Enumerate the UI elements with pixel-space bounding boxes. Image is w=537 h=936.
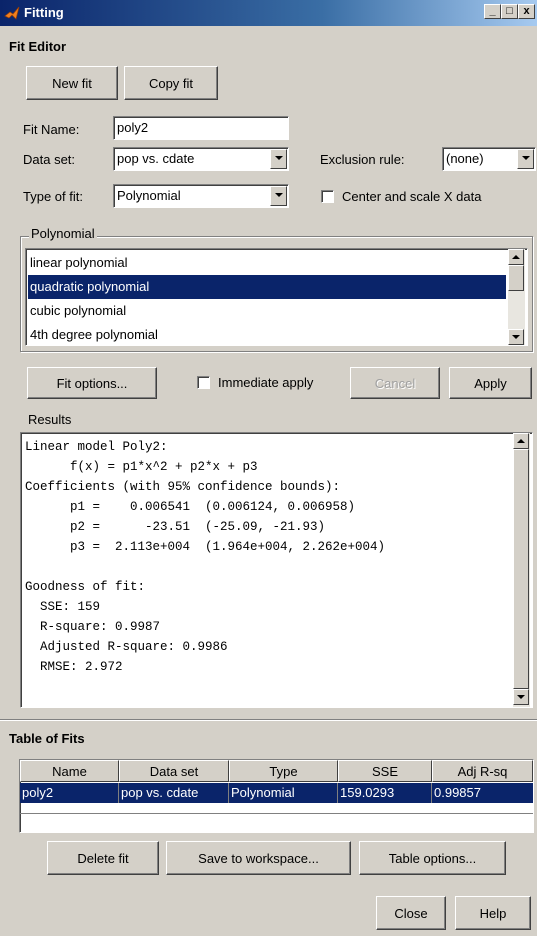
polynomial-group-title: Polynomial [29,226,97,241]
results-text: Linear model Poly2: f(x) = p1*x^2 + p2*x… [25,440,386,674]
cell-sse: 159.0293 [338,783,432,803]
exclusion-rule-select[interactable]: (none) [442,147,536,171]
cell-data-set: pop vs. cdate [119,783,229,803]
column-header-name[interactable]: Name [20,760,119,782]
copy-fit-button[interactable]: Copy fit [124,66,218,100]
save-to-workspace-button[interactable]: Save to workspace... [166,841,351,875]
scroll-up-icon[interactable] [513,433,529,449]
center-scale-checkbox[interactable] [321,190,334,203]
type-of-fit-value: Polynomial [117,188,181,203]
table-options-button[interactable]: Table options... [359,841,506,875]
cell-adj-r-sq: 0.99857 [434,785,481,800]
cell-type: Polynomial [229,783,338,803]
table-row[interactable]: poly2 pop vs. cdate Polynomial 159.0293 … [20,783,533,803]
column-header-data-set[interactable]: Data set [119,760,229,782]
maximize-button[interactable]: □ [501,4,518,19]
immediate-apply-checkbox[interactable] [197,376,210,389]
chevron-down-icon[interactable] [270,149,287,169]
apply-button[interactable]: Apply [449,367,532,399]
chevron-down-icon[interactable] [517,149,534,169]
cancel-button[interactable]: Cancel [350,367,440,399]
results-scrollbar[interactable] [513,433,530,707]
data-set-value: pop vs. cdate [117,151,195,166]
column-header-sse[interactable]: SSE [338,760,432,782]
close-button[interactable]: Close [376,896,446,930]
data-set-select[interactable]: pop vs. cdate [113,147,289,171]
results-label: Results [28,412,72,427]
fit-options-button[interactable]: Fit options... [27,367,157,399]
delete-fit-button[interactable]: Delete fit [47,841,159,875]
scroll-thumb[interactable] [508,265,524,291]
list-item[interactable]: cubic polynomial [28,299,506,323]
fit-name-input[interactable]: poly2 [113,116,289,140]
list-item[interactable]: linear polynomial [28,251,506,275]
list-item-selected[interactable]: quadratic polynomial [28,275,506,299]
table-gridline [20,813,533,814]
polynomial-scrollbar[interactable] [508,249,525,345]
divider [0,719,537,721]
close-window-button[interactable]: x [518,4,535,19]
polynomial-list[interactable]: linear polynomial quadratic polynomial c… [25,248,528,346]
results-textarea[interactable]: Linear model Poly2: f(x) = p1*x^2 + p2*x… [20,432,533,708]
immediate-apply-label: Immediate apply [218,375,314,390]
scroll-thumb[interactable] [513,449,529,689]
table-header: Name Data set Type SSE Adj R-sq [20,760,533,782]
type-of-fit-label: Type of fit: [23,189,83,204]
scroll-up-icon[interactable] [508,249,524,265]
list-item[interactable]: 4th degree polynomial [28,323,506,345]
fit-editor-heading: Fit Editor [9,39,67,54]
exclusion-rule-label: Exclusion rule: [320,152,405,167]
new-fit-button[interactable]: New fit [26,66,118,100]
column-header-type[interactable]: Type [229,760,338,782]
scroll-down-icon[interactable] [513,689,529,705]
fit-name-label: Fit Name: [23,122,80,137]
data-set-label: Data set: [23,152,76,167]
column-header-adj-r-sq[interactable]: Adj R-sq [432,760,533,782]
exclusion-rule-value: (none) [446,151,484,166]
center-scale-label: Center and scale X data [342,189,482,204]
type-of-fit-select[interactable]: Polynomial [113,184,289,208]
chevron-down-icon[interactable] [270,186,287,206]
minimize-button[interactable]: _ [484,4,501,19]
matlab-logo-icon [4,6,20,20]
scroll-down-icon[interactable] [508,329,524,345]
window-title: Fitting [24,5,64,20]
fit-name-value: poly2 [117,120,149,135]
table-of-fits-heading: Table of Fits [9,731,85,746]
fits-table[interactable]: Name Data set Type SSE Adj R-sq poly2 po… [19,759,534,833]
cell-name: poly2 [20,783,119,803]
title-bar[interactable]: Fitting _ □ x [0,0,537,26]
help-button[interactable]: Help [455,896,531,930]
